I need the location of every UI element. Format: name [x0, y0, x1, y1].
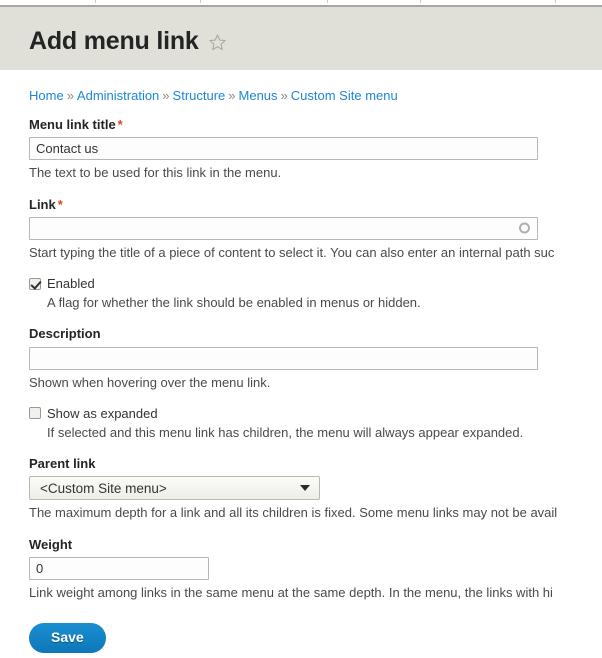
- weight-label: Weight: [29, 536, 73, 552]
- enabled-checkbox[interactable]: [29, 277, 41, 290]
- parent-link-select[interactable]: <Custom Site menu>: [29, 476, 320, 501]
- breadcrumb-item-menus[interactable]: Menus: [239, 88, 278, 103]
- form-item-show-as-expanded: Show as expanded If selected and this me…: [29, 407, 602, 441]
- weight-input[interactable]: [29, 556, 209, 580]
- show-as-expanded-checkbox[interactable]: [29, 407, 41, 420]
- form-item-link: Link * Start typing the title of a piece …: [29, 196, 602, 262]
- enabled-description: A flag for whether the link should be en…: [47, 295, 421, 311]
- page-header: Add menu link: [0, 7, 602, 70]
- form-item-description: Description Shown when hovering over the…: [29, 327, 602, 391]
- link-label-text: Link: [29, 196, 56, 212]
- star-outline-icon[interactable]: [208, 33, 227, 52]
- description-label: Description: [29, 326, 101, 342]
- link-description: Start typing the title of a piece of con…: [29, 244, 555, 260]
- breadcrumb-separator: »: [66, 88, 74, 103]
- toolbar-tab-divider: [327, 0, 328, 3]
- autocomplete-throbber-icon: [519, 222, 530, 234]
- link-input-wrapper: [29, 216, 538, 240]
- show-as-expanded-description: If selected and this menu link has child…: [47, 424, 524, 440]
- description-help-text: Shown when hovering over the menu link.: [29, 374, 271, 390]
- menu-link-title-label: Menu link title *: [29, 117, 602, 132]
- required-marker: *: [117, 117, 123, 132]
- save-button[interactable]: Save: [29, 623, 106, 653]
- parent-link-select-wrapper: <Custom Site menu>: [29, 476, 320, 501]
- show-as-expanded-checkbox-row[interactable]: Show as expanded: [29, 407, 602, 420]
- description-input[interactable]: [29, 346, 538, 370]
- toolbar-tab-divider: [420, 0, 421, 3]
- menu-link-title-input[interactable]: [29, 137, 538, 161]
- breadcrumb: Home» Administration» Structure» Menus» Cust…: [0, 70, 602, 102]
- form-item-menu-link-title: Menu link title* The text to be used for…: [29, 117, 602, 182]
- menu-link-title-description: The text to be used for this link in the…: [29, 165, 282, 181]
- enabled-checkbox-row[interactable]: Enabled: [29, 277, 602, 290]
- form-item-weight: Weight Link weight among links in the sa…: [29, 536, 602, 602]
- toolbar-tab-divider: [555, 0, 556, 3]
- add-menu-link-form: Menu link title* The text to be used for…: [0, 117, 602, 653]
- show-as-expanded-label: Show as expanded: [47, 405, 158, 421]
- required-marker: *: [57, 196, 63, 212]
- form-item-parent-link: Parent link <Custom Site menu> The maxim…: [29, 456, 602, 522]
- link-label: Link *: [29, 196, 602, 212]
- breadcrumb-separator: »: [162, 88, 170, 103]
- form-item-enabled: Enabled A flag for whether the link shou…: [29, 277, 602, 311]
- parent-link-description: The maximum depth for a link and all its…: [29, 505, 558, 521]
- form-actions: Save: [29, 623, 602, 653]
- toolbar-tab-divider: [200, 0, 201, 3]
- parent-link-label: Parent link: [29, 456, 96, 472]
- toolbar-strip: [0, 0, 602, 7]
- breadcrumb-item-home[interactable]: Home: [29, 88, 64, 103]
- breadcrumb-item-administration[interactable]: Administration: [77, 88, 159, 103]
- toolbar-tab-divider: [95, 0, 96, 3]
- link-input[interactable]: [29, 216, 538, 240]
- weight-description: Link weight among links in the same menu…: [29, 584, 553, 600]
- page-title: Add menu link: [29, 27, 199, 55]
- breadcrumb-separator: »: [228, 88, 236, 103]
- breadcrumb-item-custom-site-menu[interactable]: Custom Site menu: [291, 88, 398, 103]
- enabled-label: Enabled: [47, 276, 95, 292]
- breadcrumb-item-structure[interactable]: Structure: [173, 88, 226, 103]
- menu-link-title-label-text: Menu link title: [29, 117, 116, 132]
- breadcrumb-separator: »: [280, 88, 288, 103]
